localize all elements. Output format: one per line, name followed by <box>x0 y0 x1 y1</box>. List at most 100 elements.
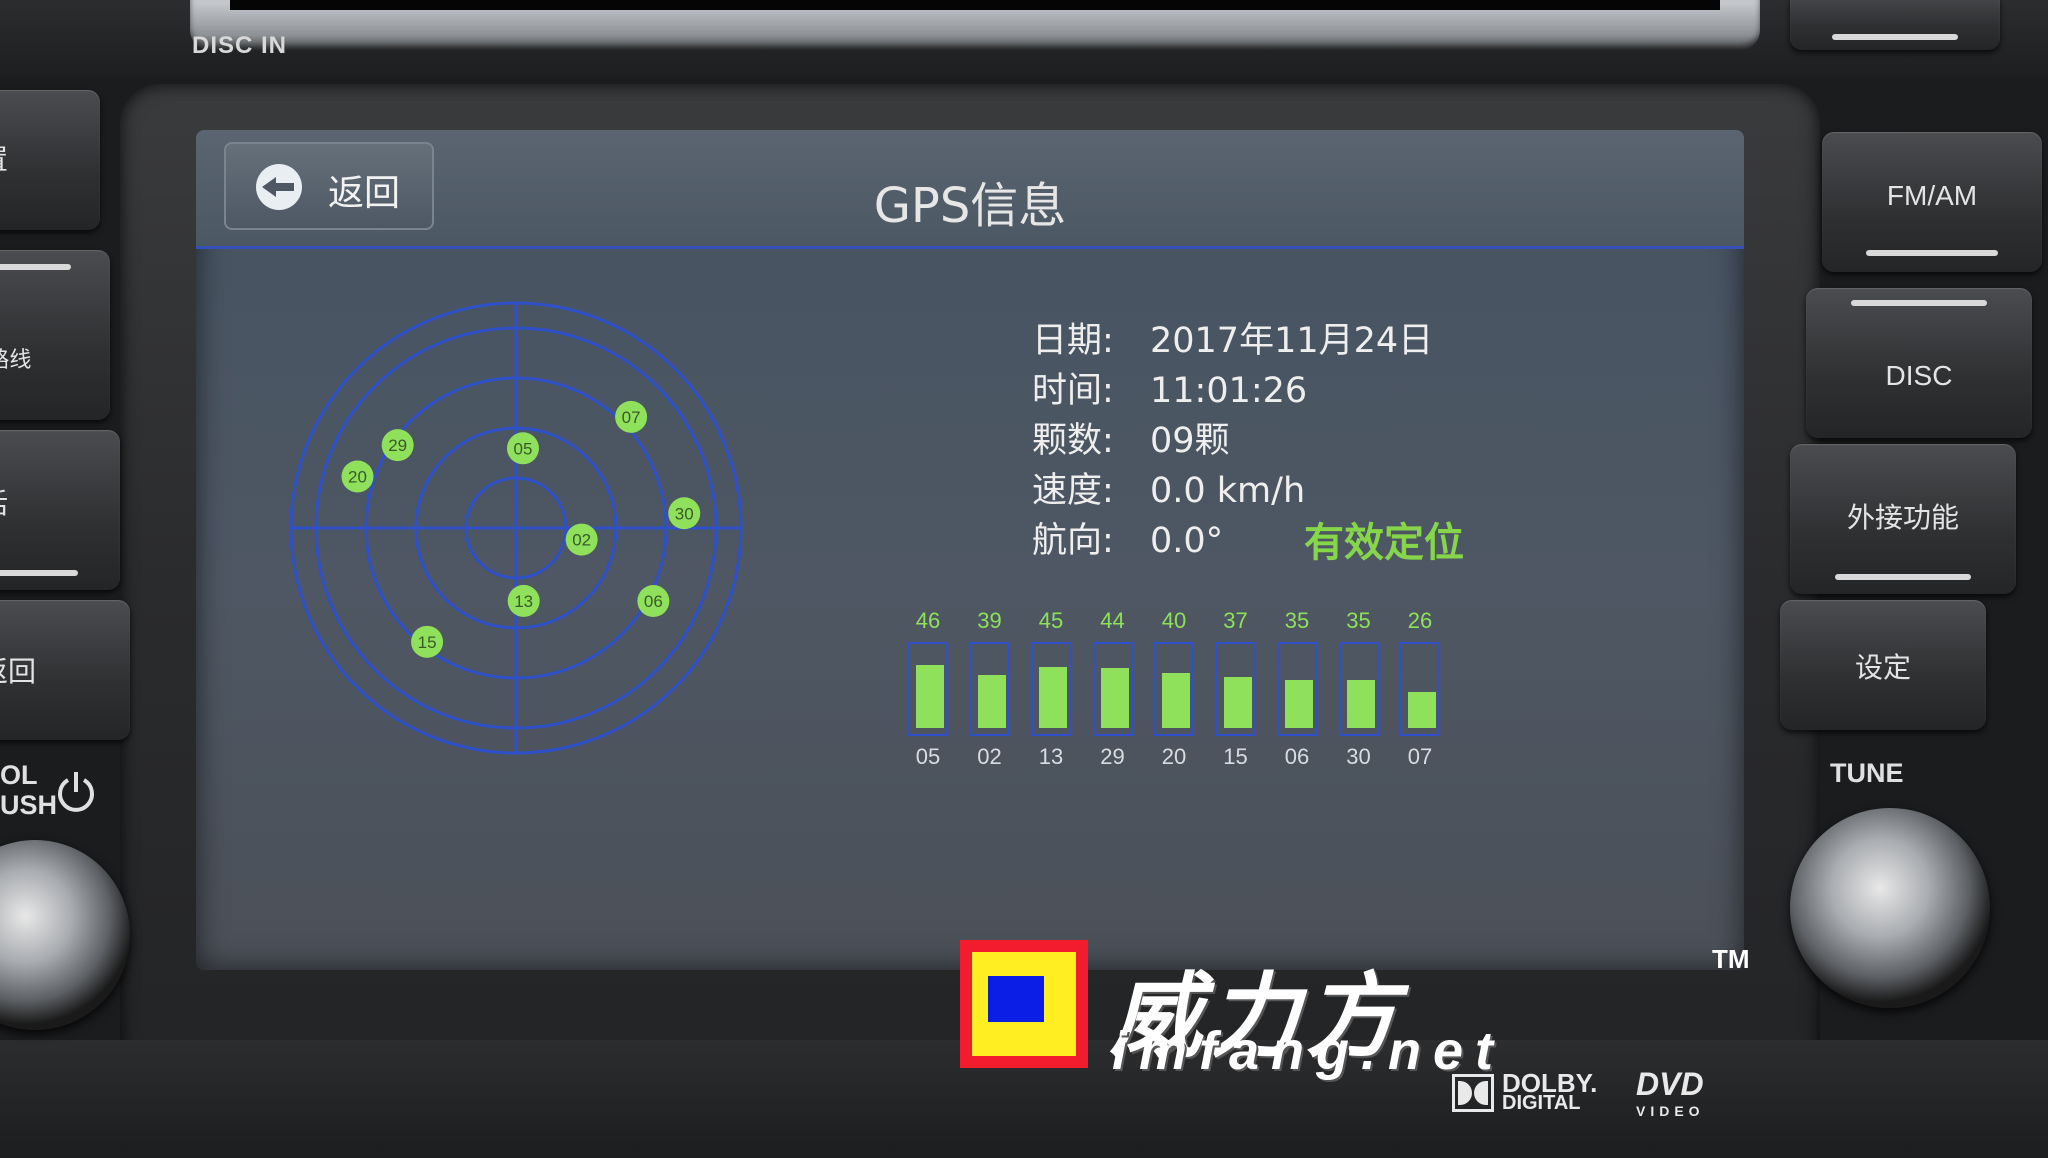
page-title: GPS信息 <box>873 178 1067 234</box>
tune-label: TUNE <box>1830 758 1904 788</box>
signal-bar-29: 44 29 <box>1092 608 1133 778</box>
satellite-prn-label: 29 <box>388 436 407 455</box>
title-separator <box>196 246 1744 249</box>
left-button-settings[interactable]: 置 <box>0 90 100 230</box>
disc-button[interactable]: DISC <box>1806 288 2032 438</box>
signal-bar-frame <box>1400 642 1440 736</box>
signal-bar-fill <box>1100 667 1129 728</box>
date-value: 2017年11月24日 <box>1150 321 1434 361</box>
signal-bar-frame <box>1154 642 1194 736</box>
signal-bar-frame <box>969 642 1010 736</box>
satellite-count-value: 09颗 <box>1150 421 1230 461</box>
heading-row: 航向: 0.0° <box>1032 512 1223 563</box>
signal-bar-05: 46 05 <box>908 608 948 778</box>
dolby-digital-logo: DOLBY. DIGITAL <box>1452 1068 1612 1114</box>
speed-row: 速度: 0.0 km/h <box>1032 462 1305 513</box>
left-button-phone[interactable]: 话 <box>0 430 120 590</box>
signal-bar-frame <box>1338 642 1379 736</box>
signal-value-label: 35 <box>1346 608 1371 633</box>
satellite-marker-07: 07 <box>615 400 648 433</box>
watermark-url: imfang.net <box>1112 1021 1506 1081</box>
satellite-prn-label: 13 <box>514 592 533 611</box>
fix-status-label: 有效定位 <box>1304 520 1464 566</box>
signal-value-label: 37 <box>1223 608 1248 633</box>
signal-bar-06: 35 06 <box>1277 608 1317 778</box>
satellite-marker-15: 15 <box>411 625 444 658</box>
signal-bar-fill <box>1039 666 1067 728</box>
time-value: 11:01:26 <box>1150 371 1308 411</box>
top-right-hardware-button[interactable] <box>1790 0 2000 50</box>
heading-key: 航向: <box>1032 521 1114 561</box>
satellite-marker-06: 06 <box>637 585 670 618</box>
satellite-count-key: 颗数: <box>1032 421 1114 461</box>
signal-bar-fill <box>1346 680 1375 728</box>
signal-bar-frame <box>1277 642 1317 736</box>
signal-bar-15: 37 15 <box>1215 608 1256 778</box>
vol-label-line1: OL <box>0 760 38 790</box>
left-button-route[interactable]: /路线 <box>0 250 110 420</box>
date-key: 日期: <box>1032 321 1114 361</box>
signal-bar-frame <box>1215 642 1256 736</box>
satellite-prn-label: 07 <box>1407 744 1433 769</box>
satellite-prn-label: 13 <box>1038 744 1064 769</box>
satellite-prn-label: 02 <box>572 531 591 550</box>
signal-bar-fill <box>1408 692 1436 728</box>
signal-bar-fill <box>1162 673 1190 728</box>
volume-knob[interactable] <box>0 840 130 1030</box>
satellite-prn-label: 06 <box>644 592 663 611</box>
satellite-marker-20: 20 <box>341 460 374 493</box>
satellite-prn-label: 02 <box>977 744 1002 769</box>
signal-bar-13: 45 13 <box>1031 608 1071 778</box>
sky-plot-grid <box>289 301 743 755</box>
time-key: 时间: <box>1032 371 1114 411</box>
satellite-marker-05: 05 <box>506 432 539 465</box>
speed-key: 速度: <box>1032 471 1114 511</box>
gps-info-screen: 返回 GPS信息 05 07 30 02 06 13 15 20 29 日期: 2017年11月2… <box>196 130 1744 970</box>
disc-slot[interactable] <box>190 0 1760 50</box>
signal-bar-frame <box>1092 642 1133 736</box>
satellite-marker-02: 02 <box>565 523 598 556</box>
disc-in-label: DISC IN <box>192 32 288 59</box>
signal-bar-fill <box>1223 677 1252 728</box>
signal-bar-07: 26 07 <box>1400 608 1440 778</box>
heading-value: 0.0° <box>1150 521 1224 561</box>
signal-bar-fill <box>977 674 1006 728</box>
signal-value-label: 44 <box>1100 608 1125 633</box>
satellite-marker-29: 29 <box>381 429 414 462</box>
vol-label-line2: USH <box>0 790 58 820</box>
signal-value-label: 40 <box>1161 608 1187 633</box>
satellite-marker-13: 13 <box>507 584 540 617</box>
satellite-prn-label: 15 <box>1223 744 1248 769</box>
watermark-logo <box>960 940 1088 1068</box>
signal-bar-frame <box>1031 642 1071 736</box>
satellite-prn-label: 20 <box>348 467 367 486</box>
signal-bar-frame <box>908 642 948 736</box>
signal-bar-fill <box>916 665 944 728</box>
aux-function-button[interactable]: 外接功能 <box>1790 444 2016 594</box>
satellite-prn-label: 20 <box>1161 744 1187 769</box>
signal-value-label: 35 <box>1284 608 1310 633</box>
settings-button[interactable]: 设定 <box>1780 600 1986 730</box>
dolby-mark-icon <box>1452 1074 1494 1112</box>
fm-am-button[interactable]: FM/AM <box>1822 132 2042 272</box>
satellite-prn-label: 05 <box>915 744 941 769</box>
signal-bar-02: 39 02 <box>969 608 1010 778</box>
signal-bar-20: 40 20 <box>1154 608 1194 778</box>
signal-bar-fill <box>1285 680 1313 728</box>
satellite-prn-label: 07 <box>622 408 641 427</box>
tune-knob[interactable] <box>1790 808 1990 1008</box>
satellite-prn-label: 05 <box>514 439 533 458</box>
satellite-sky-plot: 05 07 30 02 06 13 15 20 29 <box>289 301 743 755</box>
satellite-prn-label: 29 <box>1100 744 1125 769</box>
time-row: 时间: 11:01:26 <box>1032 362 1307 413</box>
satellite-count-row: 颗数: 09颗 <box>1032 412 1230 463</box>
satellite-prn-label: 30 <box>1346 744 1371 769</box>
power-icon <box>58 772 94 812</box>
left-button-back[interactable]: 返回 <box>0 600 130 740</box>
dvd-video-logo: DVD VIDEO <box>1636 1066 1705 1119</box>
signal-value-label: 45 <box>1038 608 1064 633</box>
signal-bar-30: 35 30 <box>1338 608 1379 778</box>
signal-value-label: 26 <box>1407 608 1433 633</box>
signal-value-label: 39 <box>977 608 1002 633</box>
date-row: 日期: 2017年11月24日 <box>1032 312 1433 363</box>
